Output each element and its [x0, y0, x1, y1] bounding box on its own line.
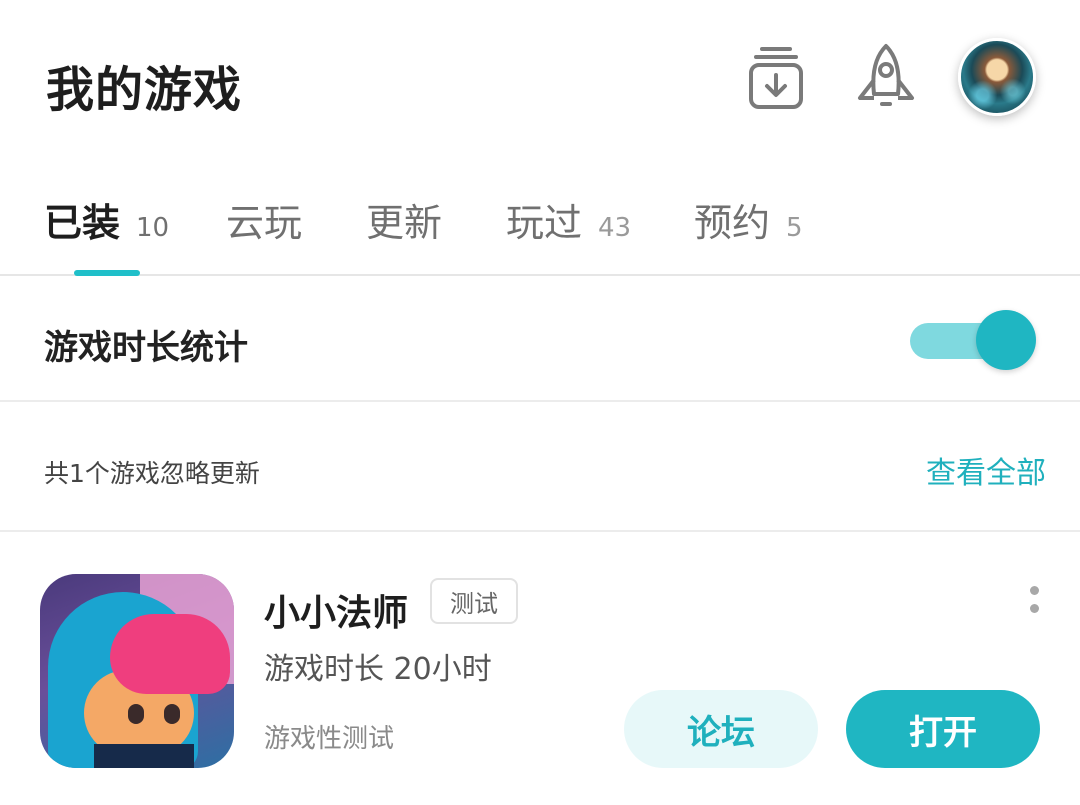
more-options-icon[interactable] — [1018, 580, 1050, 620]
playtime-stat-label: 游戏时长统计 — [44, 328, 248, 368]
playtime-stat-row: 游戏时长统计 — [0, 278, 1080, 402]
tab-reserved[interactable]: 预约 5 — [694, 192, 803, 247]
ignored-updates-text: 共1个游戏忽略更新 — [44, 459, 260, 488]
game-test-type: 游戏性测试 — [264, 724, 395, 754]
forum-button[interactable]: 论坛 — [624, 690, 818, 768]
app-header: 我的游戏 — [0, 0, 1080, 160]
game-name[interactable]: 小小法师 — [264, 584, 408, 636]
tab-installed[interactable]: 已装 10 — [44, 192, 169, 247]
tab-updates[interactable]: 更新 — [366, 192, 442, 247]
tab-count: 10 — [136, 213, 170, 243]
tab-label: 预约 — [694, 201, 771, 245]
tab-label: 更新 — [366, 201, 443, 245]
game-app-icon[interactable] — [40, 574, 234, 768]
tab-label: 云玩 — [226, 201, 303, 245]
tab-label: 玩过 — [506, 201, 583, 245]
page-title: 我的游戏 — [46, 62, 243, 118]
view-all-link[interactable]: 查看全部 — [926, 448, 1046, 492]
game-list-item: 小小法师 测试 游戏时长 20小时 游戏性测试 论坛 打开 — [0, 534, 1080, 805]
tab-played[interactable]: 玩过 43 — [506, 192, 631, 247]
playtime-stat-toggle[interactable] — [908, 310, 1038, 370]
rocket-icon[interactable] — [854, 42, 918, 114]
test-badge: 测试 — [430, 578, 518, 624]
tab-count: 5 — [786, 213, 803, 243]
toggle-knob — [976, 310, 1036, 370]
game-play-time: 游戏时长 20小时 — [264, 652, 492, 687]
open-button[interactable]: 打开 — [846, 690, 1040, 768]
download-manager-icon[interactable] — [744, 42, 808, 114]
tab-label: 已装 — [44, 201, 121, 245]
tab-count: 43 — [598, 213, 632, 243]
active-tab-indicator — [74, 270, 140, 276]
ignored-updates-row: 共1个游戏忽略更新 查看全部 — [0, 404, 1080, 532]
user-avatar[interactable] — [958, 38, 1036, 116]
tab-cloud-play[interactable]: 云玩 — [226, 192, 302, 247]
game-tabs: 已装 10 云玩 更新 玩过 43 预约 5 — [0, 180, 1080, 276]
